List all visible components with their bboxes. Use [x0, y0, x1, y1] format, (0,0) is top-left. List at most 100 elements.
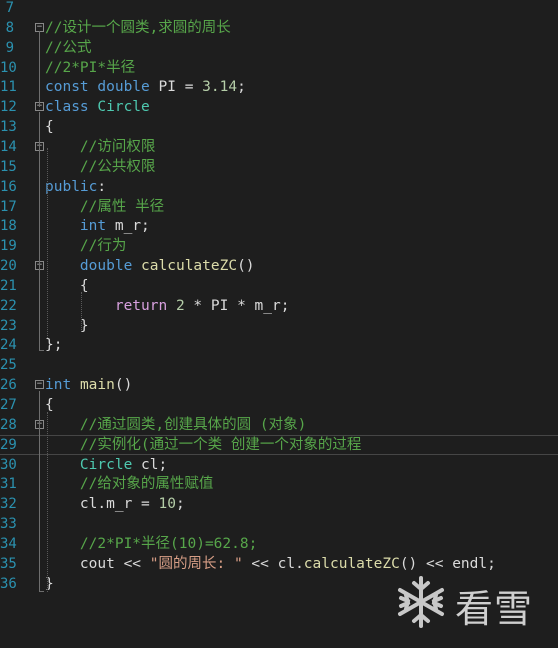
code-line[interactable]: 32 cl.m_r = 10; [0, 494, 558, 514]
fold-guide [39, 112, 40, 350]
code-token: public [45, 179, 98, 195]
code-line[interactable]: 12− class Circle [0, 97, 558, 117]
code-token: { [45, 278, 89, 294]
line-number: 34 [0, 536, 17, 552]
code-text: cl.m_r = 10; [45, 494, 185, 514]
current-code-line[interactable]: 29 //实例化(通过一个类 创建一个对象的过程 [0, 435, 558, 455]
code-line[interactable]: 23 } [0, 316, 558, 336]
code-token: Circle [79, 457, 133, 473]
code-token: () << endl; [399, 556, 496, 572]
code-line[interactable]: 35 cout << "圆的周长: " << cl.calculateZC() … [0, 554, 558, 574]
code-line[interactable]: 8−//设计一个圆类,求圆的周长 [0, 18, 558, 38]
code-token: }; [45, 337, 63, 353]
code-text: Circle cl; [45, 455, 167, 475]
code-token: //2*PI*半径(10)=62.8; [45, 536, 258, 552]
code-line[interactable]: 7 [0, 0, 558, 18]
code-token: () [114, 377, 133, 393]
code-token: //行为 [45, 238, 127, 254]
code-text: //实例化(通过一个类 创建一个对象的过程 [45, 436, 361, 454]
watermark-text: 看雪 [455, 587, 534, 631]
code-text: //给对象的属性赋值 [45, 474, 213, 494]
code-token: main [79, 377, 115, 393]
watermark: 看雪 [393, 572, 553, 632]
code-token: double [97, 79, 150, 95]
code-line[interactable]: 19 //行为 [0, 236, 558, 256]
code-token: const [45, 79, 89, 95]
code-line[interactable]: 22 return 2 * PI * m_r; [0, 296, 558, 316]
code-text: //通过圆类,创建具体的圆 (对象) [45, 415, 306, 435]
line-number: 20 [0, 258, 17, 274]
fold-toggle-icon[interactable]: − [35, 380, 44, 389]
code-text: } [45, 316, 89, 336]
code-line[interactable]: 10 //2*PI*半径 [0, 58, 558, 78]
code-line[interactable]: 16 public: [0, 177, 558, 197]
code-line[interactable]: 25 [0, 355, 558, 375]
line-number: 35 [0, 556, 17, 572]
code-line[interactable]: 13 { [0, 117, 558, 137]
code-line[interactable]: 20− double calculateZC() [0, 256, 558, 276]
code-text: double calculateZC() [45, 256, 255, 276]
code-line[interactable]: 24}; [0, 335, 558, 355]
code-line[interactable]: 17 //属性 半径 [0, 197, 558, 217]
line-number: 26 [0, 377, 17, 393]
line-number: 32 [0, 496, 17, 512]
line-number: 23 [0, 318, 17, 334]
code-token: //实例化(通过一个类 创建一个对象的过程 [45, 437, 362, 453]
line-number: 11 [0, 79, 17, 95]
code-line[interactable]: 30 Circle cl; [0, 455, 558, 475]
code-text: //行为 [45, 236, 126, 256]
code-token: PI = [149, 79, 203, 95]
code-line[interactable]: 28− //通过圆类,创建具体的圆 (对象) [0, 415, 558, 435]
code-token: : [97, 179, 107, 195]
code-token: ; [175, 496, 185, 512]
code-token: cout << [45, 556, 150, 572]
code-token: Circle [97, 99, 150, 115]
line-number: 15 [0, 159, 17, 175]
code-line[interactable]: 14− //访问权限 [0, 137, 558, 157]
code-line[interactable]: 18 int m_r; [0, 216, 558, 236]
code-line[interactable]: 34 //2*PI*半径(10)=62.8; [0, 534, 558, 554]
code-line[interactable]: 26 − int main() [0, 375, 558, 395]
line-number: 33 [0, 516, 17, 532]
line-number: 13 [0, 119, 17, 135]
code-line[interactable]: 27 { [0, 395, 558, 415]
code-token: cl; [132, 457, 168, 473]
code-text: //公式 [45, 38, 91, 58]
line-number: 27 [0, 397, 17, 413]
line-number: 9 [5, 40, 14, 56]
line-number: 19 [0, 238, 17, 254]
line-number: 8 [5, 20, 14, 36]
code-token: calculateZC [303, 556, 400, 572]
fold-guide-end [39, 591, 44, 592]
code-token: cl.m_r = [45, 496, 159, 512]
code-line[interactable]: 33 [0, 514, 558, 534]
line-number: 14 [0, 139, 17, 155]
code-line[interactable]: 9 //公式 [0, 38, 558, 58]
code-text: int main() [45, 375, 132, 395]
code-editor[interactable]: 7 8−//设计一个圆类,求圆的周长 9//公式 10//2*PI*半径 11 const… [0, 0, 558, 648]
code-token: 3.14 [202, 79, 238, 95]
code-text: //2*PI*半径 [45, 58, 135, 78]
code-token: 10 [158, 496, 176, 512]
code-line[interactable]: 15 //公共权限 [0, 157, 558, 177]
code-line[interactable]: 11 const double PI = 3.14; [0, 77, 558, 97]
code-text: int m_r; [45, 216, 150, 236]
code-token: calculateZC [141, 258, 238, 274]
code-text: //2*PI*半径(10)=62.8; [45, 534, 257, 554]
code-token: * PI * m_r; [184, 298, 290, 314]
line-number: 12 [0, 99, 17, 115]
code-token: //公共权限 [45, 159, 156, 175]
code-token: ; [237, 79, 246, 95]
code-token: return [114, 298, 168, 314]
line-number: 24 [0, 337, 17, 353]
line-number: 36 [0, 576, 17, 592]
code-line[interactable]: 31 //给对象的属性赋值 [0, 474, 558, 494]
code-line[interactable]: 21 { [0, 276, 558, 296]
line-number: 22 [0, 298, 17, 314]
